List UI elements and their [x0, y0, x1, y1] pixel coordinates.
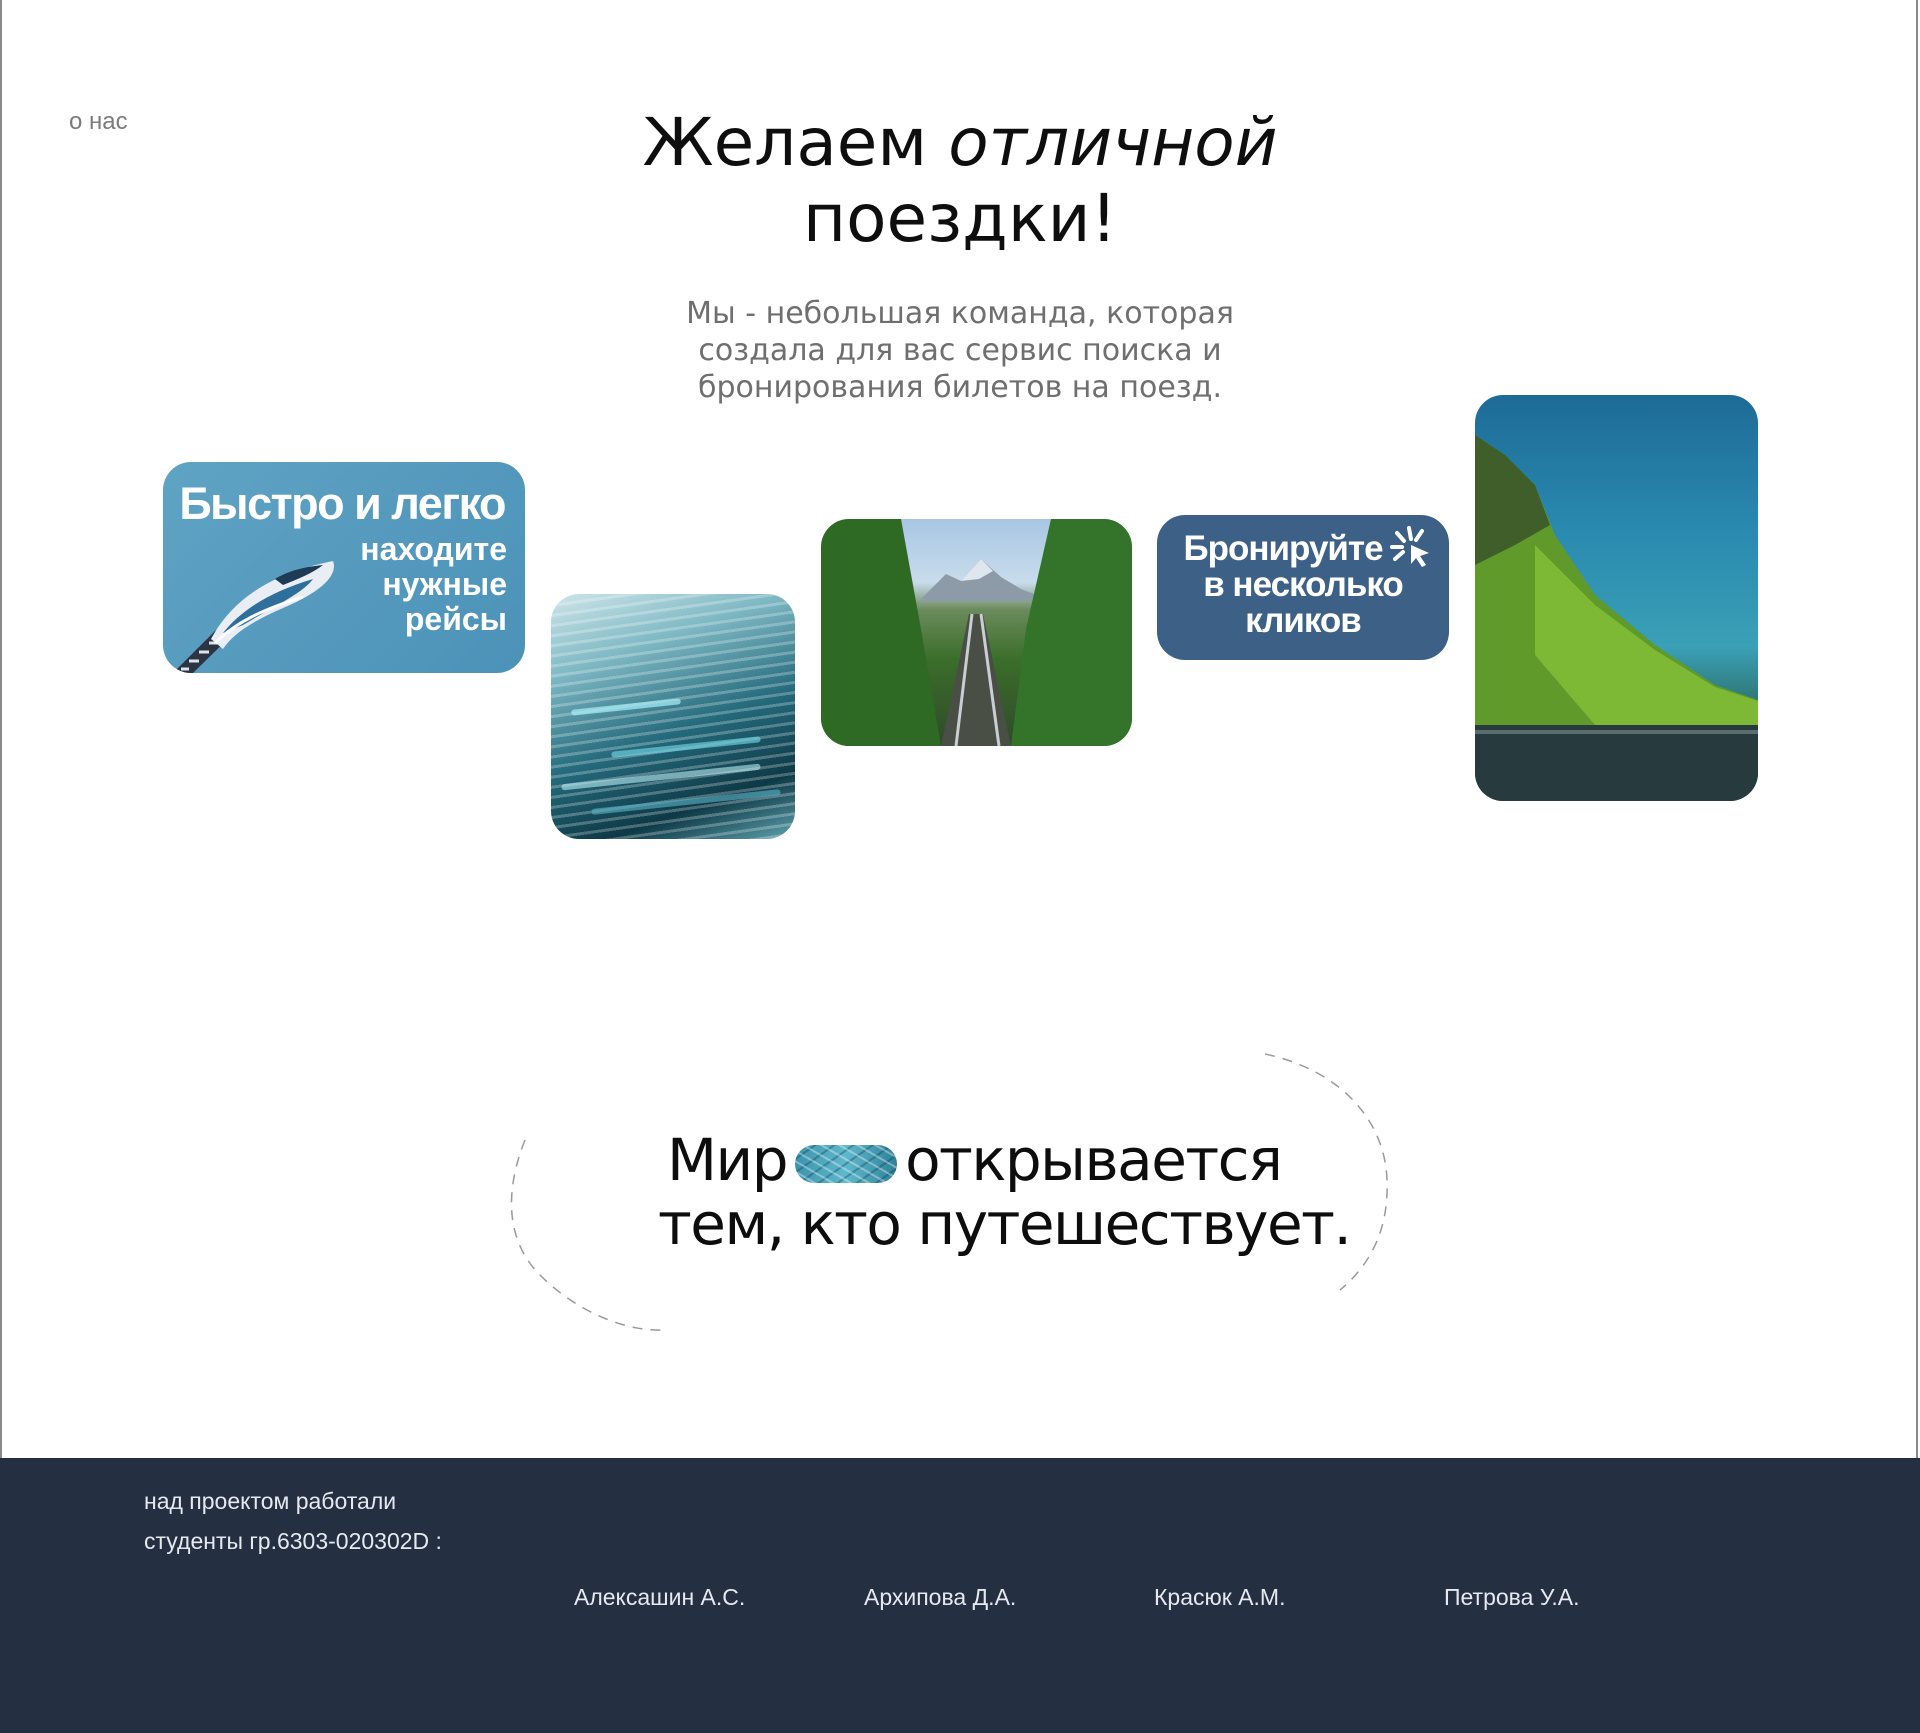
footer-author: Архипова Д.А.: [864, 1584, 1017, 1610]
world-quote-line2: тем, кто путешествует.: [658, 1190, 1352, 1258]
fast-card-text: находите нужные рейсы: [360, 532, 507, 637]
footer-author: Петрова У.А.: [1444, 1584, 1580, 1610]
hero-title: Желаем отличной поездки!: [560, 105, 1360, 257]
book-card-text: Бронируйте в несколько кликов: [1157, 531, 1449, 639]
fast-card-heading: Быстро и легко: [179, 478, 506, 529]
nav-about-link[interactable]: о нас: [69, 108, 128, 136]
train-icon: [173, 561, 334, 673]
world-word-2: открывается: [905, 1126, 1283, 1194]
footer-credits-line1: над проектом работали: [144, 1488, 397, 1514]
light-streak: [561, 763, 761, 791]
hero-title-italic: отличной: [948, 104, 1278, 181]
feature-card-fast: Быстро и легко находите нужные рейсы: [163, 462, 525, 673]
rails-pill-image: [795, 1144, 898, 1183]
light-streak: [611, 736, 761, 758]
photo-card-mountain-rails: [821, 519, 1132, 746]
hero-title-part2: поездки!: [802, 180, 1118, 257]
book-card-line1: Бронируйте: [1183, 529, 1383, 568]
green-hill-image: [1475, 435, 1758, 801]
fast-card-line3: рейсы: [404, 601, 507, 637]
photo-card-green-hill: [1475, 395, 1758, 801]
book-card-line2: в несколько: [1203, 565, 1404, 604]
hero-title-part1: Желаем: [642, 104, 949, 181]
fast-card-line2: нужные: [382, 566, 507, 602]
light-streak: [591, 789, 781, 815]
footer-credits-line2: студенты гр.6303-020302D :: [144, 1528, 442, 1554]
hero-section: Желаем отличной поездки! Мы - небольшая …: [560, 105, 1360, 406]
footer-author: Алексашин А.С.: [574, 1584, 746, 1610]
photo-card-train-motion: [551, 594, 795, 839]
fast-card-line1: находите: [360, 531, 507, 567]
mountain-rails-image: [821, 519, 1132, 746]
footer-author: Красюк А.М.: [1154, 1584, 1286, 1610]
book-card-line3: кликов: [1245, 601, 1362, 640]
hero-subtitle: Мы - небольшая команда, которая создала …: [686, 296, 1234, 405]
light-streak: [570, 698, 682, 716]
world-quote-line1: Мир открывается: [667, 1126, 1283, 1194]
footer: над проектом работали студенты гр.6303-0…: [0, 1458, 1920, 1733]
world-quote-section: Мир открывается тем, кто путешествует.: [500, 1050, 1390, 1340]
world-word-1: Мир: [667, 1126, 789, 1194]
feature-card-book: Бронируйте в несколько кликов: [1157, 515, 1449, 660]
